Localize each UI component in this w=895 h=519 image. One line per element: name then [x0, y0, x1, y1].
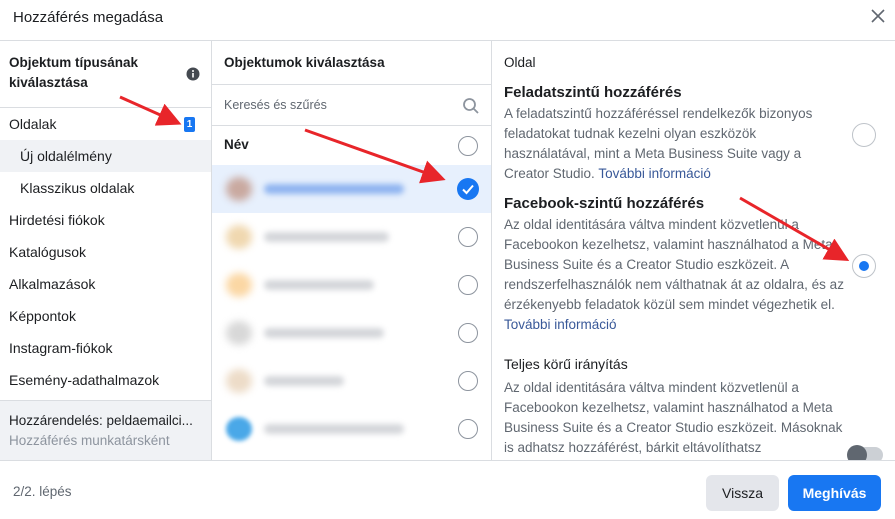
asset-type-new-pages[interactable]: Új oldalélmény — [0, 140, 211, 172]
close-icon[interactable] — [866, 4, 890, 28]
facebook-access-radio[interactable] — [852, 254, 876, 278]
asset-type-label: Esemény-adathalmazok — [9, 372, 160, 388]
asset-type-label: Katalógusok — [9, 244, 87, 260]
row-checkbox[interactable] — [458, 275, 478, 295]
select-all-checkbox[interactable] — [458, 136, 478, 156]
asset-type-label: Klasszikus oldalak — [20, 180, 135, 196]
option-description-text: Az oldal identitására váltva mindent köz… — [504, 217, 844, 312]
select-all-row[interactable]: Név — [212, 127, 491, 165]
asset-type-label: Oldalak — [9, 116, 57, 132]
asset-type-label: Alkalmazások — [9, 276, 96, 292]
row-checkbox[interactable] — [458, 371, 478, 391]
search-icon[interactable] — [462, 97, 480, 115]
avatar — [226, 177, 252, 201]
asset-name-redacted — [264, 232, 389, 242]
assignment-summary: Hozzárendelés: peldaemailci... Hozzáféré… — [0, 400, 211, 461]
search-input[interactable] — [212, 85, 491, 126]
asset-name-redacted — [264, 184, 404, 194]
asset-select-heading: Objektumok kiválasztása — [224, 55, 385, 70]
asset-type-list: Oldalak 1 Új oldalélmény Klasszikus olda… — [0, 108, 211, 396]
step-indicator: 2/2. lépés — [13, 484, 72, 499]
dialog-body: Objektum típusának kiválasztása Oldalak … — [0, 40, 895, 461]
asset-select-column: Objektumok kiválasztása Név — [212, 41, 492, 461]
info-icon[interactable] — [186, 67, 200, 81]
asset-type-classic-pages[interactable]: Klasszikus oldalak — [0, 172, 211, 204]
checked-icon[interactable] — [457, 178, 479, 200]
row-checkbox[interactable] — [458, 323, 478, 343]
asset-type-ad-accounts[interactable]: Hirdetési fiókok — [0, 204, 211, 236]
count-badge: 1 — [184, 117, 195, 132]
option-description: Az oldal identitására váltva mindent köz… — [504, 378, 844, 458]
dialog-header: Hozzáférés megadása — [0, 0, 895, 38]
permissions-column: Oldal Feladatszintű hozzáférés A feladat… — [492, 41, 895, 461]
assignee-role: Hozzáférés munkatársként — [9, 433, 170, 448]
asset-row[interactable] — [212, 405, 491, 453]
asset-name-redacted — [264, 328, 384, 338]
option-description-text: Az oldal identitására váltva mindent köz… — [504, 380, 843, 455]
grant-access-dialog: Hozzáférés megadása Objektum típusának k… — [0, 0, 895, 519]
avatar — [226, 369, 252, 393]
task-access-radio[interactable] — [852, 123, 876, 147]
avatar — [226, 225, 252, 249]
learn-more-link[interactable]: További információ — [504, 317, 617, 332]
asset-type-label: Képpontok — [9, 308, 76, 324]
invite-button[interactable]: Meghívás — [788, 475, 881, 511]
permissions-heading: Oldal — [504, 55, 536, 70]
asset-name-redacted — [264, 424, 404, 434]
option-description: A feladatszintű hozzáféréssel rendelkező… — [504, 104, 844, 184]
dialog-footer: 2/2. lépés Vissza Meghívás — [0, 460, 895, 519]
asset-type-catalogs[interactable]: Katalógusok — [0, 236, 211, 268]
asset-row[interactable] — [212, 357, 491, 405]
row-checkbox[interactable] — [458, 227, 478, 247]
asset-type-column: Objektum típusának kiválasztása Oldalak … — [0, 41, 212, 461]
asset-type-pages[interactable]: Oldalak 1 — [0, 108, 211, 140]
assignee-email: Hozzárendelés: peldaemailci... — [9, 413, 193, 428]
name-column-header: Név — [224, 137, 249, 152]
facebook-access-option: Facebook-szintű hozzáférés Az oldal iden… — [504, 194, 844, 335]
dialog-title: Hozzáférés megadása — [13, 9, 164, 26]
asset-type-pixels[interactable]: Képpontok — [0, 300, 211, 332]
asset-type-event-datasets[interactable]: Esemény-adathalmazok — [0, 364, 211, 396]
avatar — [226, 273, 252, 297]
asset-name-redacted — [264, 280, 374, 290]
asset-type-label: Új oldalélmény — [20, 148, 112, 164]
asset-type-instagram-accounts[interactable]: Instagram-fiókok — [0, 332, 211, 364]
asset-name-redacted — [264, 376, 344, 386]
asset-row[interactable] — [212, 309, 491, 357]
option-title: Feladatszintű hozzáférés — [504, 84, 682, 101]
learn-more-link[interactable]: További információ — [598, 166, 711, 181]
option-title: Teljes körű irányítás — [504, 356, 628, 372]
avatar — [226, 417, 252, 441]
option-description: Az oldal identitására váltva mindent köz… — [504, 215, 844, 335]
avatar — [226, 321, 252, 345]
option-title: Facebook-szintű hozzáférés — [504, 195, 705, 212]
asset-type-apps[interactable]: Alkalmazások — [0, 268, 211, 300]
asset-type-label: Hirdetési fiókok — [9, 212, 105, 228]
task-access-option: Feladatszintű hozzáférés A feladatszintű… — [504, 83, 844, 184]
asset-type-heading: Objektum típusának kiválasztása — [9, 55, 139, 90]
asset-row[interactable] — [212, 213, 491, 261]
row-checkbox[interactable] — [458, 419, 478, 439]
full-control-option: Teljes körű irányítás Az oldal identitás… — [504, 354, 844, 458]
back-button[interactable]: Vissza — [706, 475, 779, 511]
toggle-knob — [847, 445, 867, 461]
asset-row[interactable] — [212, 261, 491, 309]
full-control-toggle[interactable] — [847, 445, 883, 461]
asset-type-label: Instagram-fiókok — [9, 340, 113, 356]
asset-row[interactable] — [212, 165, 491, 213]
